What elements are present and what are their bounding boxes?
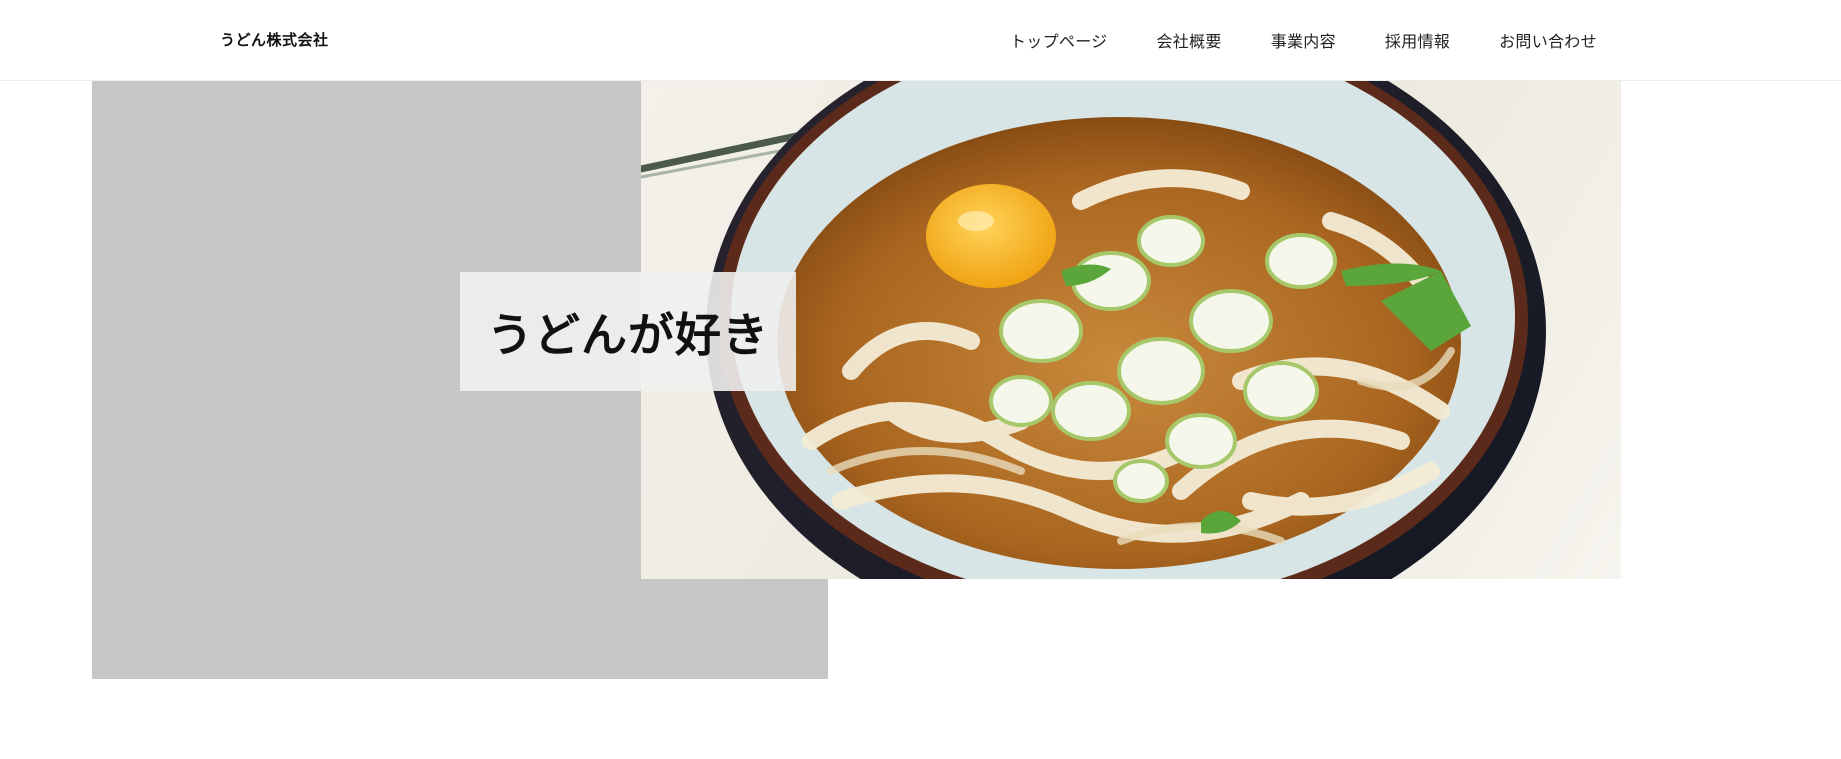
hero-title: うどんが好き [487, 307, 769, 362]
hero-title-box: うどんが好き [460, 272, 796, 391]
nav-item-top[interactable]: トップページ [1010, 28, 1107, 52]
site-logo[interactable]: うどん株式会社 [220, 29, 329, 50]
nav-item-contact[interactable]: お問い合わせ [1499, 28, 1597, 52]
nav-item-business[interactable]: 事業内容 [1271, 28, 1336, 52]
nav-item-company[interactable]: 会社概要 [1156, 28, 1221, 52]
site-header: うどん株式会社 トップページ 会社概要 事業内容 採用情報 お問い合わせ [0, 0, 1841, 81]
main-nav: トップページ 会社概要 事業内容 採用情報 お問い合わせ [1010, 28, 1597, 52]
nav-item-recruit[interactable]: 採用情報 [1385, 28, 1450, 52]
